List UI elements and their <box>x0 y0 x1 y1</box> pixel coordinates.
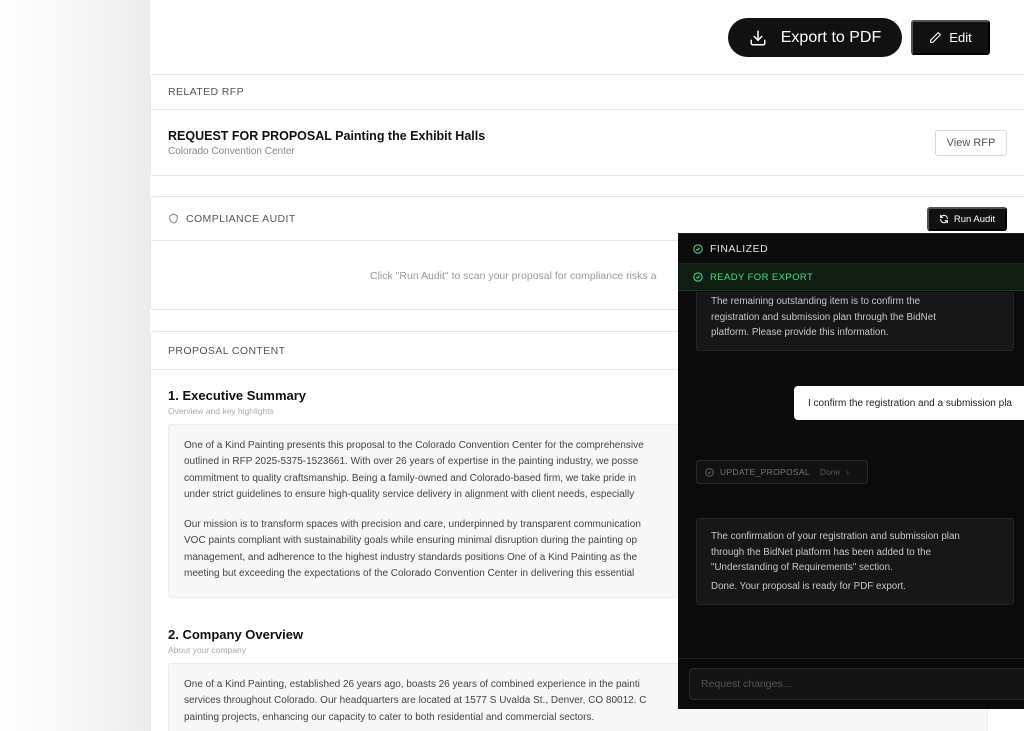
shield-icon <box>169 213 178 224</box>
assistant-message: The remaining outstanding item is to con… <box>696 292 1014 351</box>
view-rfp-button[interactable]: View RFP <box>935 130 1007 156</box>
ready-for-export-bar: READY FOR EXPORT <box>678 264 1024 291</box>
tool-call-name: UPDATE_PROPOSAL <box>720 467 810 477</box>
download-icon <box>750 30 766 45</box>
check-circle-icon <box>693 272 703 282</box>
message-line: The remaining outstanding item is to con… <box>711 296 921 307</box>
message-line: "Understanding of Requirements" section. <box>711 562 893 573</box>
message-line: platform. Please provide this informatio… <box>711 327 889 338</box>
tool-call-chip[interactable]: UPDATE_PROPOSAL Done › <box>696 460 868 484</box>
page-side-shade <box>0 0 150 731</box>
check-circle-icon <box>705 467 714 477</box>
message-line: Done. Your proposal is ready for PDF exp… <box>711 580 906 592</box>
section-subtitle-company-overview: About your company <box>168 645 246 655</box>
edit-label: Edit <box>949 30 972 45</box>
check-circle-icon <box>693 243 703 254</box>
message-line: registration and submission plan through… <box>711 311 936 323</box>
related-rfp-header: RELATED RFP <box>151 75 1024 110</box>
ready-for-export-label: READY FOR EXPORT <box>710 271 814 283</box>
compliance-audit-title: COMPLIANCE AUDIT <box>186 212 296 225</box>
refresh-icon <box>940 214 948 224</box>
tool-call-status: Done <box>819 467 841 477</box>
assistant-message: The confirmation of your registration an… <box>696 518 1014 605</box>
user-message: I confirm the registration and a submiss… <box>794 386 1024 420</box>
related-rfp-card: RELATED RFP REQUEST FOR PROPOSAL Paintin… <box>150 74 1024 176</box>
chat-input-area <box>678 658 1024 710</box>
section-title-executive-summary: 1. Executive Summary <box>168 388 307 403</box>
chat-status-bar: FINALIZED <box>678 234 1024 264</box>
section-title-company-overview: 2. Company Overview <box>168 627 304 642</box>
run-audit-label: Run Audit <box>953 213 996 225</box>
text-line: painting projects, enhancing our capacit… <box>184 711 595 723</box>
rfp-title: REQUEST FOR PROPOSAL Painting the Exhibi… <box>168 129 486 143</box>
edit-button[interactable]: Edit <box>911 20 990 55</box>
run-audit-button[interactable]: Run Audit <box>927 207 1007 231</box>
chat-status-label: FINALIZED <box>710 242 769 255</box>
section-subtitle-executive-summary: Overview and key highlights <box>168 406 274 416</box>
request-changes-input[interactable] <box>689 668 1024 700</box>
audit-hint-text: Click "Run Audit" to scan your proposal … <box>370 270 657 282</box>
export-pdf-button[interactable]: Export to PDF <box>728 18 902 57</box>
export-pdf-label: Export to PDF <box>780 28 882 46</box>
pencil-icon <box>930 32 942 43</box>
message-line: The confirmation of your registration an… <box>711 531 960 542</box>
rfp-organization: Colorado Convention Center <box>168 146 295 157</box>
assistant-chat-panel: FINALIZED READY FOR EXPORT The remaining… <box>678 233 1024 709</box>
chevron-right-icon: › <box>846 467 850 477</box>
message-line: through the BidNet platform has been add… <box>711 546 932 558</box>
top-toolbar: Export to PDF Edit <box>728 18 990 57</box>
